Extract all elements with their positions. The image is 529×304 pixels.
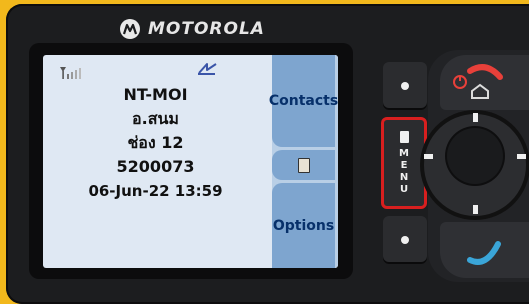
data-activity-icon [196,61,220,81]
brand-name: MOTOROLA [148,19,265,39]
motorola-batwing-icon [120,19,140,39]
menu-letter: E [400,160,408,171]
nav-ok-button[interactable] [447,128,503,184]
call-button[interactable] [440,222,529,278]
radio-photo: MOTOROLA NT-MOI อ.สนม ช่อง 12 5200073 06… [0,0,529,304]
menu-letter: M [399,148,409,159]
button-dot-icon [401,236,409,244]
radio-alias: NT-MOI [123,85,188,104]
status-row [53,59,273,81]
menu-icon [400,131,409,143]
contact-info: NT-MOI อ.สนม ช่อง 12 5200073 06-Jun-22 1… [53,83,258,203]
date-time: 06-Jun-22 13:59 [88,182,223,200]
nav-down-marker [473,205,478,214]
channel-name: ช่อง 12 [127,133,184,152]
radio-id: 5200073 [116,157,195,176]
nav-up-marker [473,113,478,122]
menu-letter: N [399,172,409,183]
menu-letter: U [399,184,409,195]
card-icon [297,157,310,173]
button-dot-icon [401,82,409,90]
softkey-column: Contacts Options [269,55,338,268]
brand-header: MOTOROLA [120,17,265,41]
signal-strength-icon [59,65,85,84]
softkey-contacts[interactable]: Contacts [269,55,338,147]
nav-left-marker [424,154,433,159]
softkey-options[interactable]: Options [272,183,335,268]
softkey-card[interactable] [272,150,335,180]
call-icon [467,241,501,265]
menu-label: M E N U [384,148,424,196]
nav-right-marker [517,154,526,159]
end-call-button[interactable] [440,55,529,110]
zone-name: อ.สนม [132,109,179,128]
bottom-programmable-button[interactable] [383,216,427,264]
display-screen: NT-MOI อ.สนม ช่อง 12 5200073 06-Jun-22 1… [43,55,338,268]
top-programmable-button[interactable] [383,62,427,110]
end-call-home-icon [453,64,503,99]
